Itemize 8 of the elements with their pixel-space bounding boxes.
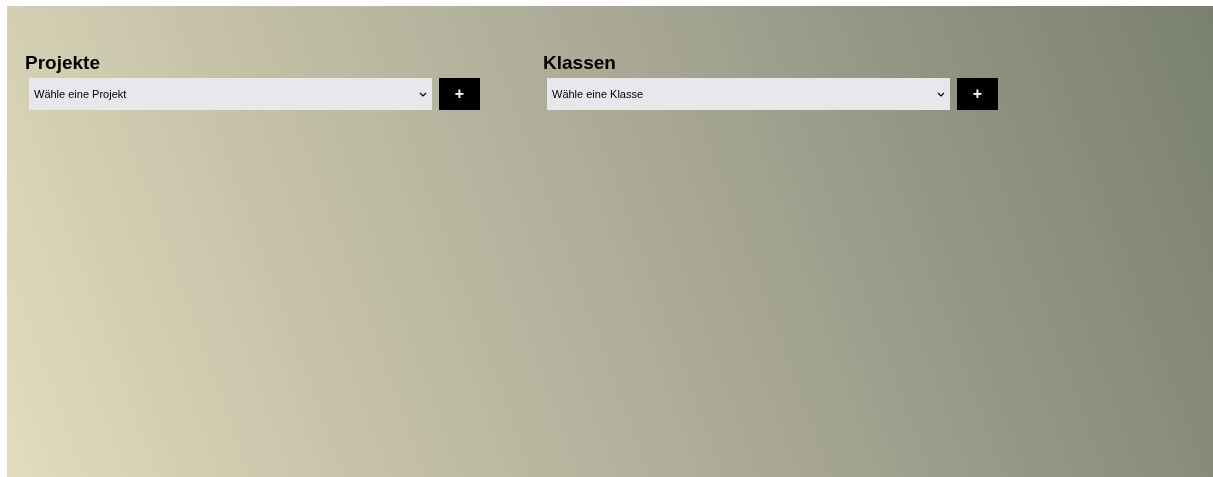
dropdown-select[interactable]: Wähle eine Klasse [547,78,950,110]
section-heading: Klassen [543,52,617,74]
add-button[interactable]: + [439,78,480,110]
add-button[interactable]: + [957,78,998,110]
section-heading: Projekte [25,52,101,74]
chevron-down-icon [937,91,945,97]
dropdown-select[interactable]: Wähle eine Projekt [29,78,432,110]
chevron-down-icon [419,91,427,97]
